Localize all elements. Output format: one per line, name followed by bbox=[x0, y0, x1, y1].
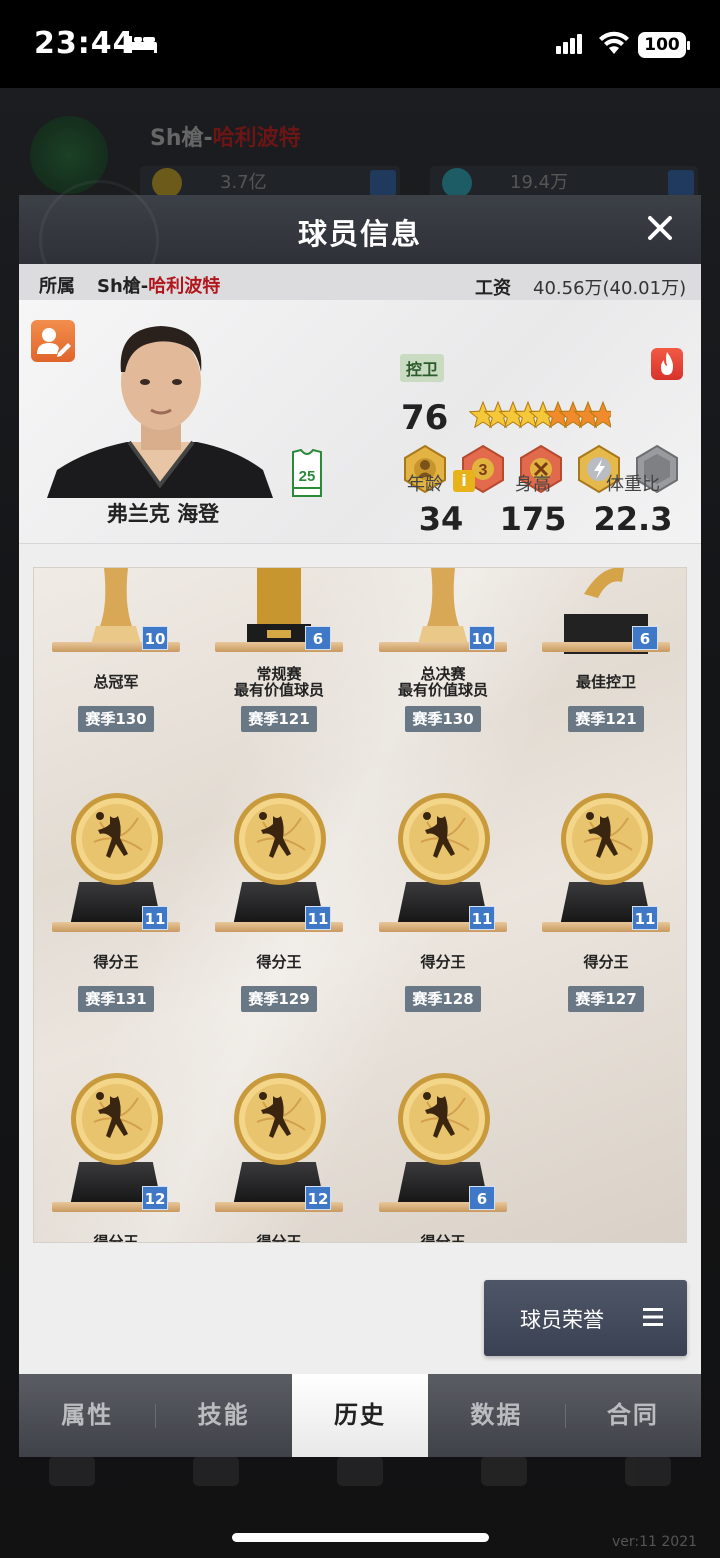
battery-indicator: 100 bbox=[638, 32, 690, 58]
modal-header: 球员信息 bbox=[19, 180, 701, 300]
honor-item[interactable]: 6 常规赛 最有价值球员赛季121 bbox=[197, 568, 361, 764]
honor-item[interactable]: 12 得分王 bbox=[197, 1044, 361, 1243]
honor-season-badge: 赛季127 bbox=[568, 986, 644, 1012]
fire-button[interactable] bbox=[651, 348, 683, 380]
honor-item[interactable]: 10 总决赛 最有价值球员赛季130 bbox=[361, 568, 525, 764]
honor-count-badge: 12 bbox=[142, 1186, 168, 1210]
scoring-champion-medal-icon bbox=[234, 1073, 326, 1165]
honor-count-badge: 11 bbox=[305, 906, 331, 930]
honor-name: 得分王 bbox=[93, 953, 139, 971]
svg-text:25: 25 bbox=[299, 468, 316, 485]
scoring-champion-medal-icon bbox=[71, 1073, 163, 1165]
modal-title: 球员信息 bbox=[297, 217, 422, 251]
honor-count-badge: 6 bbox=[469, 1186, 495, 1210]
star-rating bbox=[469, 400, 611, 429]
honor-item[interactable]: 12 得分王 bbox=[34, 1044, 198, 1243]
cellular-signal-icon bbox=[556, 34, 584, 54]
wifi-icon bbox=[599, 31, 629, 54]
status-time: 23:44 bbox=[34, 26, 135, 61]
scoring-champion-medal-icon bbox=[398, 1073, 490, 1165]
honor-item[interactable]: 6 最佳控卫赛季121 bbox=[524, 568, 686, 764]
honor-count-badge: 11 bbox=[632, 906, 658, 930]
background-team-name: Sh槍-哈利波特 bbox=[150, 126, 301, 151]
close-icon[interactable] bbox=[645, 213, 675, 243]
position-badge: 控卫 bbox=[400, 354, 445, 382]
honor-name: 常规赛 最有价值球员 bbox=[233, 665, 324, 699]
tab-history[interactable]: 历史 bbox=[291, 1374, 429, 1457]
honor-name: 得分王 bbox=[583, 953, 629, 971]
honor-season-badge: 赛季131 bbox=[78, 986, 154, 1012]
tab-bar: 属性 技能 历史 数据 合同 bbox=[19, 1374, 701, 1457]
salary-label: 工资 bbox=[475, 278, 511, 299]
honor-name: 总冠军 bbox=[93, 673, 139, 691]
scoring-champion-medal-icon bbox=[561, 793, 653, 885]
player-portrait bbox=[47, 320, 273, 498]
honor-item[interactable]: 6 得分王 bbox=[361, 1044, 525, 1243]
honor-name: 得分王 bbox=[93, 1233, 139, 1243]
honors-grid[interactable]: 10 总冠军赛季130 6 常规赛 最有价值球员赛季121 10 总决赛 最有价值球员赛季13… bbox=[33, 567, 687, 1243]
scoring-champion-medal-icon bbox=[398, 793, 490, 885]
scoring-champion-medal-icon bbox=[71, 793, 163, 885]
player-name: 弗兰克 海登 bbox=[106, 502, 220, 526]
edit-player-button[interactable] bbox=[31, 320, 75, 362]
salary-value: 40.56万(40.01万) bbox=[533, 278, 687, 299]
tab-attributes[interactable]: 属性 bbox=[19, 1374, 155, 1457]
overall-rating: 76 bbox=[401, 398, 449, 438]
affiliation-team: Sh槍-哈利波特 bbox=[97, 276, 221, 297]
affiliation-label: 所属 bbox=[39, 276, 75, 297]
honor-name: 得分王 bbox=[420, 953, 466, 971]
honor-item[interactable]: 11 得分王赛季129 bbox=[197, 764, 361, 1044]
honor-name: 得分王 bbox=[256, 953, 302, 971]
tab-skills[interactable]: 技能 bbox=[155, 1374, 291, 1457]
honor-season-badge: 赛季128 bbox=[405, 986, 481, 1012]
stat-weight-ratio: 体重比 22.3 bbox=[593, 474, 673, 538]
status-bar: 23:44 100 bbox=[0, 0, 720, 88]
player-honors-button[interactable]: 球员荣誉 bbox=[484, 1280, 687, 1356]
menu-icon bbox=[643, 1308, 663, 1326]
tab-contract[interactable]: 合同 bbox=[564, 1374, 701, 1457]
jersey-number-icon: 25 bbox=[289, 448, 325, 498]
player-card: 弗兰克 海登 25 控卫 76 3 年龄 i 34 身高 175 体重比 22.… bbox=[19, 300, 701, 544]
honor-count-badge: 10 bbox=[142, 626, 168, 650]
tab-stats[interactable]: 数据 bbox=[428, 1374, 564, 1457]
sleep-mode-icon bbox=[129, 36, 157, 53]
scoring-champion-medal-icon bbox=[234, 793, 326, 885]
honor-name: 得分王 bbox=[420, 1233, 466, 1243]
version-label: ver:11 2021 bbox=[612, 1534, 698, 1550]
honor-item[interactable]: 11 得分王赛季127 bbox=[524, 764, 686, 1044]
flame-icon bbox=[661, 352, 673, 375]
honor-name: 得分王 bbox=[256, 1233, 302, 1243]
stat-height: 身高 175 bbox=[499, 474, 567, 538]
honor-count-badge: 11 bbox=[469, 906, 495, 930]
honor-item[interactable]: 11 得分王赛季128 bbox=[361, 764, 525, 1044]
honor-name: 最佳控卫 bbox=[575, 673, 636, 691]
honor-item[interactable]: 10 总冠军赛季130 bbox=[34, 568, 198, 764]
home-indicator bbox=[232, 1533, 489, 1542]
team-salary-bar: 所属 Sh槍-哈利波特 工资 40.56万(40.01万) bbox=[19, 264, 701, 300]
stat-age: 年龄 i 34 bbox=[401, 470, 481, 538]
person-edit-icon bbox=[37, 328, 71, 357]
honor-season-badge: 赛季130 bbox=[78, 706, 154, 732]
honor-count-badge: 10 bbox=[469, 626, 495, 650]
honor-count-badge: 6 bbox=[305, 626, 331, 650]
honor-count-badge: 12 bbox=[305, 1186, 331, 1210]
honor-item[interactable]: 11 得分王赛季131 bbox=[34, 764, 198, 1044]
honor-season-badge: 赛季121 bbox=[568, 706, 644, 732]
honor-count-badge: 11 bbox=[142, 906, 168, 930]
info-icon[interactable]: i bbox=[453, 470, 475, 492]
honor-count-badge: 6 bbox=[632, 626, 658, 650]
honor-season-badge: 赛季129 bbox=[241, 986, 317, 1012]
honor-season-badge: 赛季121 bbox=[241, 706, 317, 732]
honor-season-badge: 赛季130 bbox=[405, 706, 481, 732]
player-info-modal: 球员信息 所属 Sh槍-哈利波特 工资 40.56万(40.01万) 弗兰克 海… bbox=[19, 180, 701, 1457]
honor-name: 总决赛 最有价值球员 bbox=[397, 665, 488, 699]
